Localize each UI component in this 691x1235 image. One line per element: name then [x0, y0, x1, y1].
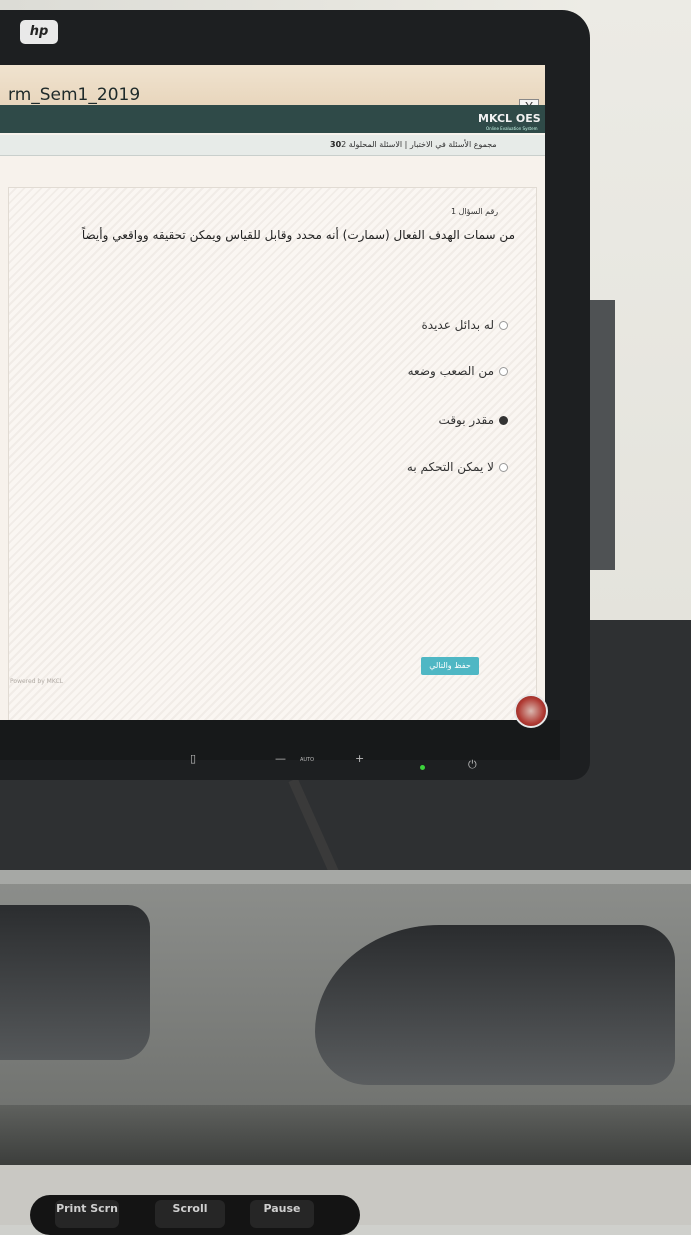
print-screen-key[interactable]: Print Scrn	[55, 1200, 119, 1228]
power-button[interactable]: ⏻	[468, 758, 477, 772]
plus-button[interactable]: +	[355, 752, 364, 765]
desk-slot-left	[0, 905, 150, 1060]
pause-key[interactable]: Pause	[250, 1200, 314, 1228]
radio-option-4[interactable]	[499, 463, 508, 472]
exam-info: 30مجموع الأسئلة في الاختبار | الاسئلة ال…	[330, 140, 497, 149]
brand-subtitle: Online Evaluation System	[486, 126, 538, 131]
option-3[interactable]: مقدر بوقت	[208, 413, 508, 427]
desk-slot-right	[315, 925, 675, 1085]
desk-edge	[0, 870, 691, 884]
radio-option-2[interactable]	[499, 367, 508, 376]
window-title: rm_Sem1_2019	[8, 85, 141, 105]
option-2-label: من الصعب وضعه	[407, 364, 494, 378]
footer-text: Powered by MKCL	[10, 678, 63, 685]
sticker-badge	[514, 694, 548, 728]
scroll-lock-key[interactable]: Scroll	[155, 1200, 225, 1228]
power-led	[420, 765, 425, 770]
minus-button[interactable]: —	[275, 752, 286, 765]
question-number: رقم السؤال 1	[451, 207, 499, 216]
monitor-screen: rm_Sem1_2019 X MKCL OES Online Evaluatio…	[0, 65, 545, 720]
input-button[interactable]: ▯	[190, 752, 196, 765]
option-1-label: له بدائل عديدة	[421, 318, 494, 332]
question-panel	[8, 187, 537, 720]
radio-option-1[interactable]	[499, 321, 508, 330]
option-4-label: لا يمكن التحكم به	[406, 460, 494, 474]
auto-button[interactable]: AUTO	[300, 757, 314, 763]
brand-bar	[0, 105, 545, 133]
brand-name: MKCL OES	[478, 112, 541, 125]
question-count: 30	[330, 140, 342, 149]
question-text: من سمات الهدف الفعال (سمارت) أنه محدد وق…	[81, 228, 515, 242]
hp-logo: hp	[20, 20, 58, 44]
save-and-next-button[interactable]: حفظ والتالي	[421, 657, 479, 675]
exam-info-text: مجموع الأسئلة في الاختبار | الاسئلة المح…	[341, 140, 497, 149]
option-1[interactable]: له بدائل عديدة	[208, 318, 508, 332]
desk-front	[0, 1105, 691, 1165]
option-2[interactable]: من الصعب وضعه	[208, 364, 508, 378]
option-3-label: مقدر بوقت	[438, 413, 494, 427]
radio-option-3-selected[interactable]	[499, 416, 508, 425]
option-4[interactable]: لا يمكن التحكم به	[208, 460, 508, 474]
